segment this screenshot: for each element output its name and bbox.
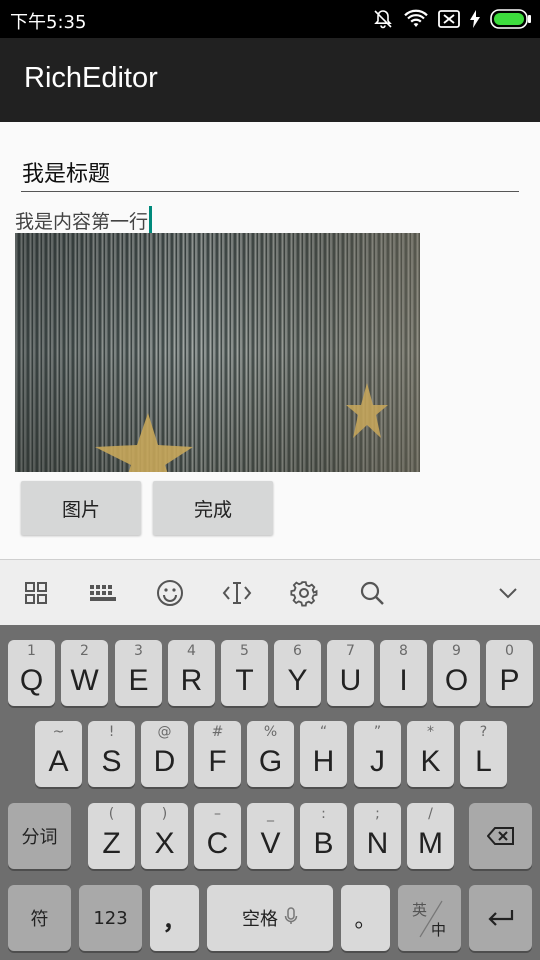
grid-icon[interactable] xyxy=(21,578,51,608)
status-time: 下午5:35 xyxy=(10,12,87,33)
key-b[interactable]: :B xyxy=(300,803,347,869)
key-y[interactable]: 6Y xyxy=(274,640,321,706)
notifications-off-icon xyxy=(372,8,394,30)
backspace-key[interactable] xyxy=(469,803,532,869)
key-d[interactable]: @ D xyxy=(141,721,188,787)
key-l[interactable]: ? L xyxy=(460,721,507,787)
enter-key[interactable] xyxy=(469,885,532,951)
battery-fill xyxy=(494,13,524,25)
emoji-icon[interactable] xyxy=(155,578,185,608)
star-pattern xyxy=(95,383,388,472)
backspace-icon xyxy=(469,803,532,869)
title-input-value: 我是标题 xyxy=(22,162,111,187)
language-switch-key[interactable]: 英 中 xyxy=(398,885,461,951)
numbers-key[interactable]: 123 xyxy=(79,885,142,951)
space-key[interactable]: 空格 xyxy=(207,885,333,951)
star-shape xyxy=(346,383,388,438)
text-cursor xyxy=(149,206,153,234)
rich-editor: 我是标题 我是内容第一行 图片 完成 xyxy=(0,122,540,559)
keyboard-icon[interactable] xyxy=(88,578,118,608)
status-bar: 下午5:35 xyxy=(0,0,540,38)
soft-keyboard: 1Q 2W 3E 4R 5T 6Y 7U 8I 9O 0P ~ A ! S @ D #… xyxy=(0,625,540,960)
key-q[interactable]: 1Q xyxy=(8,640,55,706)
key-s[interactable]: ! S xyxy=(88,721,135,787)
insert-image-button[interactable]: 图片 xyxy=(21,481,141,535)
key-a[interactable]: ~ A xyxy=(35,721,82,787)
key-j[interactable]: ” J xyxy=(354,721,401,787)
key-x[interactable]: ) X xyxy=(141,803,188,869)
key-h[interactable]: “H xyxy=(300,721,347,787)
app-bar: RichEditor xyxy=(0,38,540,122)
key-o[interactable]: 9O xyxy=(433,640,480,706)
key-w[interactable]: 2W xyxy=(61,640,108,706)
key-p[interactable]: 0P xyxy=(486,640,533,706)
keyboard-toolbar xyxy=(0,559,540,625)
chevron-down-icon[interactable] xyxy=(493,578,523,608)
key-t[interactable]: 5T xyxy=(221,640,268,706)
period-key[interactable]: 。 xyxy=(341,885,390,951)
lang-divider xyxy=(419,900,443,938)
key-e[interactable]: 3E xyxy=(115,640,162,706)
title-input[interactable]: 我是标题 xyxy=(21,150,519,192)
star-shape xyxy=(95,413,193,472)
key-k[interactable]: * K xyxy=(407,721,454,787)
key-i[interactable]: 8I xyxy=(380,640,427,706)
space-label: 空格 xyxy=(242,909,278,930)
no-sim-icon xyxy=(438,10,460,28)
settings-icon[interactable] xyxy=(289,578,319,608)
segment-key[interactable]: 分词 xyxy=(8,803,71,869)
key-m[interactable]: / M xyxy=(407,803,454,869)
content-editor[interactable]: 我是内容第一行 xyxy=(15,206,153,234)
wifi-icon xyxy=(404,9,428,29)
key-f[interactable]: # F xyxy=(194,721,241,787)
enter-icon xyxy=(469,885,532,951)
microphone-icon xyxy=(284,906,298,930)
charging-icon xyxy=(470,10,480,28)
key-z[interactable]: (Z xyxy=(88,803,135,869)
inserted-image[interactable] xyxy=(15,233,420,472)
app-title: RichEditor xyxy=(24,62,158,94)
key-g[interactable]: % G xyxy=(247,721,294,787)
key-c[interactable]: – C xyxy=(194,803,241,869)
status-icons xyxy=(372,6,532,32)
key-v[interactable]: _ V xyxy=(247,803,294,869)
search-icon[interactable] xyxy=(357,578,387,608)
battery-icon xyxy=(490,9,532,29)
comma-key[interactable]: ， xyxy=(150,885,199,951)
content-line-text: 我是内容第一行 xyxy=(15,210,149,233)
done-button[interactable]: 完成 xyxy=(153,481,273,535)
key-n[interactable]: ; N xyxy=(354,803,401,869)
key-u[interactable]: 7U xyxy=(327,640,374,706)
key-r[interactable]: 4R xyxy=(168,640,215,706)
symbol-key[interactable]: 符 xyxy=(8,885,71,951)
cursor-move-icon[interactable] xyxy=(222,578,252,608)
